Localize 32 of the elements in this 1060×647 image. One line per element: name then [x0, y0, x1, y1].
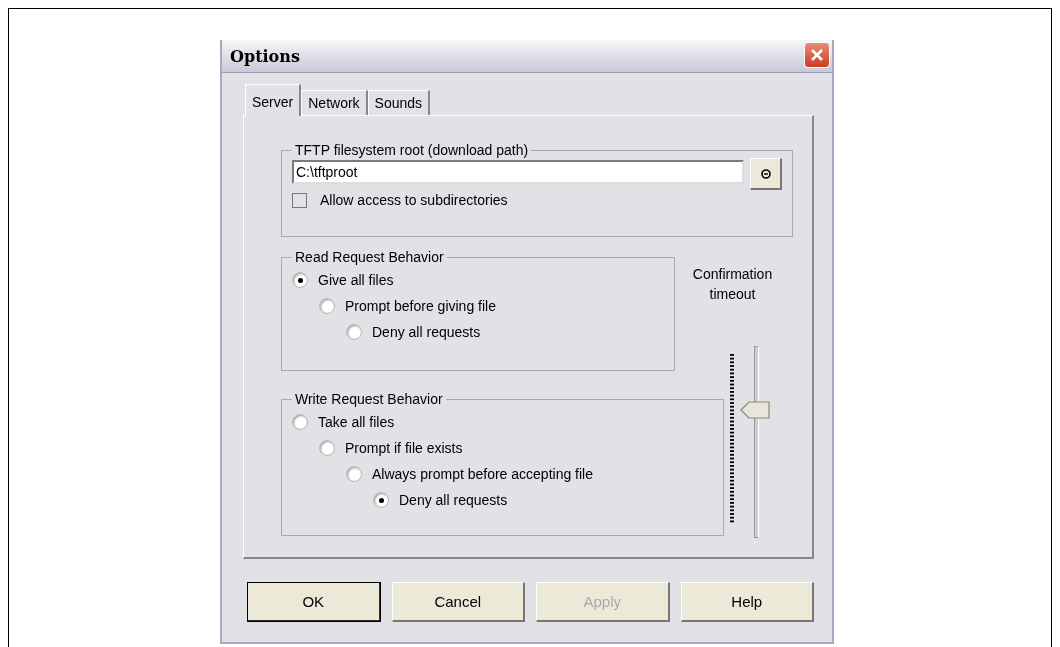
- radio-button[interactable]: [346, 324, 362, 340]
- tab[interactable]: Sounds: [367, 90, 431, 115]
- radio-label: Prompt if file exists: [345, 440, 463, 456]
- tab[interactable]: Network: [301, 90, 368, 115]
- radio-button[interactable]: [373, 492, 389, 508]
- dialog-button[interactable]: Help: [680, 582, 814, 622]
- radio-label: Give all files: [318, 272, 394, 288]
- browse-button[interactable]: [750, 158, 782, 190]
- window-title: Options: [230, 46, 300, 66]
- radio-button[interactable]: [319, 440, 335, 456]
- slider-thumb[interactable]: [740, 401, 770, 420]
- radio-label: Prompt before giving file: [345, 298, 496, 314]
- radio-button[interactable]: [346, 466, 362, 482]
- radio-button[interactable]: [319, 298, 335, 314]
- radio-label: Deny all requests: [372, 324, 481, 340]
- radio-label: Deny all requests: [399, 492, 508, 508]
- close-button[interactable]: [804, 42, 830, 68]
- radio-button[interactable]: [292, 414, 308, 430]
- group-title: Write Request Behavior: [294, 391, 444, 407]
- dialog-button[interactable]: OK: [247, 582, 381, 622]
- checkbox[interactable]: [292, 192, 307, 208]
- dialog-button[interactable]: Cancel: [391, 582, 525, 622]
- radio-label: Take all files: [318, 414, 395, 430]
- checkbox-label: Allow access to subdirectories: [320, 192, 508, 208]
- tab[interactable]: Server: [245, 84, 302, 116]
- close-icon: [810, 48, 824, 62]
- slider-label: Confirmation timeout: [691, 265, 774, 304]
- group-title: Read Request Behavior: [294, 249, 445, 265]
- path-field[interactable]: C:\tftproot: [292, 160, 744, 184]
- group-title: TFTP filesystem root (download path): [294, 142, 530, 158]
- radio-label: Always prompt before accepting file: [372, 466, 593, 482]
- radio-button[interactable]: [292, 272, 308, 288]
